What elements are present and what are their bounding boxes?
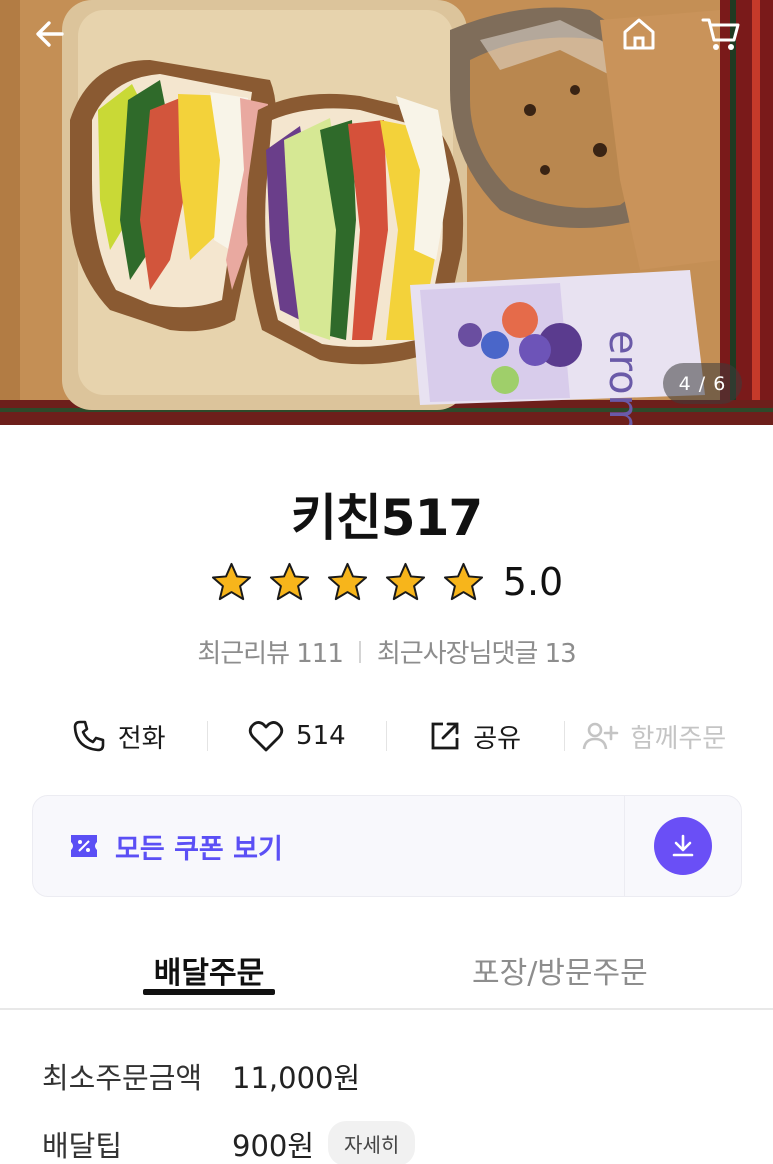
coupon-label: 모든 쿠폰 보기 <box>115 833 283 865</box>
call-button[interactable]: 전화 <box>30 718 207 755</box>
min-order-row: 최소주문금액 11,000원 <box>42 1055 360 1097</box>
cart-button[interactable] <box>693 6 749 62</box>
arrow-left-icon <box>36 21 64 47</box>
action-bar: 전화 514 공유 함께주문 <box>30 710 742 762</box>
rating-stars <box>210 561 485 604</box>
tab-pickup[interactable]: 포장/방문주문 <box>472 948 648 992</box>
star-icon <box>269 562 309 600</box>
group-order-button[interactable]: 함께주문 <box>565 718 742 755</box>
view-all-coupons-button[interactable]: 모든 쿠폰 보기 <box>33 796 625 896</box>
photo-counter: 4 / 6 <box>663 363 742 404</box>
delivery-tip-row: 배달팁 900원 자세히 <box>42 1121 416 1164</box>
like-button[interactable]: 514 <box>208 719 385 753</box>
store-name: 키친517 <box>290 489 483 547</box>
coupon-banner: 모든 쿠폰 보기 <box>32 795 742 897</box>
rating-row: 5.0 <box>0 560 773 604</box>
download-circle <box>654 817 712 875</box>
cart-icon <box>701 18 740 50</box>
sandwich-photo: erom <box>0 0 773 425</box>
meta-divider <box>358 640 361 663</box>
call-label: 전화 <box>117 723 166 754</box>
home-button[interactable] <box>611 6 667 62</box>
tab-delivery[interactable]: 배달주문 <box>143 948 275 995</box>
coupon-icon <box>71 835 97 857</box>
heart-icon <box>248 721 284 752</box>
share-label: 공유 <box>473 723 522 754</box>
store-photo[interactable]: erom 4 / 6 <box>0 0 773 425</box>
download-icon <box>672 834 694 857</box>
min-order-value: 11,000원 <box>232 1061 361 1095</box>
star-icon <box>327 562 367 600</box>
rating-score: 5.0 <box>502 560 564 604</box>
like-count: 514 <box>296 721 346 751</box>
delivery-tip-value: 900원 <box>232 1128 315 1163</box>
coupon-download-button[interactable] <box>625 796 741 896</box>
home-icon <box>623 18 655 50</box>
share-icon <box>431 722 459 750</box>
recent-reviews-link[interactable]: 최근리뷰 111 <box>197 633 344 670</box>
review-meta: 최근리뷰 111 최근사장님댓글 13 <box>0 633 773 670</box>
group-order-label: 함께주문 <box>630 723 727 754</box>
phone-icon <box>73 720 105 752</box>
order-type-tabs: 배달주문 포장/방문주문 <box>0 940 773 1010</box>
delivery-tip-detail-button[interactable]: 자세히 <box>328 1121 416 1164</box>
star-icon <box>385 562 425 600</box>
share-button[interactable]: 공유 <box>387 718 564 755</box>
recent-owner-comments-link[interactable]: 최근사장님댓글 13 <box>377 633 577 670</box>
min-order-label: 최소주문금액 <box>42 1061 203 1095</box>
add-person-icon <box>582 722 618 750</box>
back-button[interactable] <box>22 6 78 62</box>
star-icon <box>443 562 483 600</box>
svg-text:erom: erom <box>600 330 646 425</box>
delivery-tip-label: 배달팁 <box>42 1128 123 1163</box>
star-icon <box>211 562 251 600</box>
